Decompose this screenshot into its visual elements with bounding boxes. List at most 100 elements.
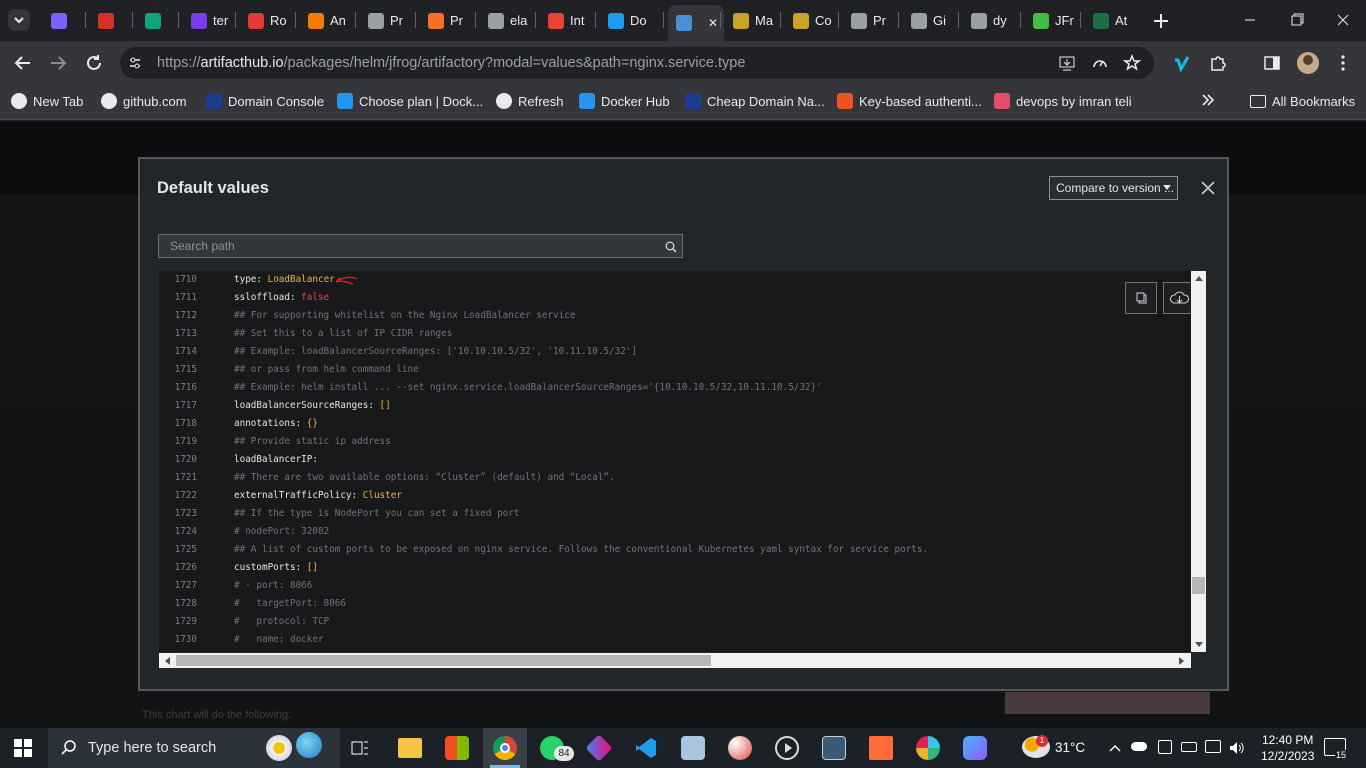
onedrive-icon[interactable] [1131, 742, 1147, 751]
minimize-button[interactable] [1240, 12, 1260, 28]
code-token: ## Example: loadBalancerSourceRanges: ['… [234, 346, 637, 357]
bookmark-item[interactable]: github.com [101, 91, 187, 111]
restore-button[interactable] [1287, 12, 1307, 28]
compare-version-dropdown[interactable]: Compare to version ... [1049, 176, 1178, 200]
url-text[interactable]: https://artifacthub.io/packages/helm/jfr… [157, 55, 745, 71]
bookmark-favicon-icon [837, 93, 853, 109]
browser-tab[interactable]: Ro [240, 6, 290, 35]
bookmark-item[interactable]: Docker Hub [579, 91, 670, 111]
tab-favicon-icon [248, 12, 264, 29]
tab-separator [295, 12, 296, 28]
tab-separator [898, 12, 899, 28]
bookmark-item[interactable]: Key-based authenti... [837, 91, 982, 111]
battery-icon[interactable] [1181, 742, 1197, 752]
start-button[interactable] [14, 739, 32, 757]
slack-icon[interactable] [916, 736, 940, 760]
browser-tab[interactable]: Co [785, 6, 835, 35]
tab-separator [132, 12, 133, 28]
code-token: ## Provide static ip address [234, 436, 391, 447]
browser-tab[interactable]: ter [183, 6, 233, 35]
photos-icon[interactable] [822, 736, 846, 760]
browser-tab[interactable]: Pr [360, 6, 410, 35]
performance-icon[interactable] [1091, 54, 1109, 72]
site-info-icon[interactable] [127, 55, 143, 71]
network-icon[interactable] [1205, 740, 1221, 753]
tab-search-button[interactable] [8, 9, 30, 31]
values-code-viewer[interactable]: 1710 type: LoadBalancer 1711 ssloffload: fa… [159, 271, 1191, 652]
bookmarks-bar [0, 85, 1366, 120]
browser-tab[interactable]: Pr [420, 6, 470, 35]
microsoft-store-icon[interactable] [445, 736, 469, 760]
postman-icon[interactable] [869, 736, 893, 760]
bookmark-item[interactable]: New Tab [11, 91, 83, 111]
browser-tab[interactable]: JFr [1025, 6, 1075, 35]
side-panel-icon[interactable] [1263, 54, 1281, 72]
file-explorer-icon[interactable] [398, 738, 422, 758]
bookmark-item[interactable]: Cheap Domain Na... [685, 91, 825, 111]
code-line: 1721 ## There are two available options: … [159, 469, 1191, 487]
copy-button[interactable] [1125, 282, 1157, 314]
search-path-input[interactable]: Search path [158, 234, 683, 258]
paint-icon[interactable] [728, 736, 752, 760]
horizontal-scroll-thumb[interactable] [176, 655, 711, 666]
copilot-icon[interactable] [963, 736, 987, 760]
browser-tab[interactable]: dy [963, 6, 1013, 35]
browser-tab[interactable]: ✕ [668, 5, 724, 41]
profile-avatar[interactable] [1297, 52, 1319, 74]
tab-favicon-icon [428, 12, 444, 29]
scroll-up-arrow-icon[interactable] [1195, 276, 1203, 281]
extensions-puzzle-icon[interactable] [1209, 54, 1227, 72]
bookmark-item[interactable]: devops by imran teli [994, 91, 1132, 111]
search-icon[interactable] [665, 240, 677, 258]
show-hidden-icons-chevron-icon[interactable] [1108, 741, 1122, 759]
more-bookmarks-icon[interactable] [1200, 92, 1216, 108]
media-player-icon[interactable] [775, 736, 799, 760]
back-button[interactable] [12, 52, 34, 74]
browser-tab[interactable]: Gi [903, 6, 953, 35]
system-clock[interactable]: 12:40 PM 12/2/2023 [1261, 732, 1314, 764]
bookmark-item[interactable]: Choose plan | Dock... [337, 91, 483, 111]
task-view-icon[interactable] [348, 736, 372, 760]
browser-tab[interactable]: ela [480, 6, 530, 35]
forward-button[interactable] [47, 52, 69, 74]
browser-tab[interactable]: Ma [725, 6, 775, 35]
volume-icon[interactable] [1228, 740, 1246, 761]
vertical-scrollbar[interactable] [1191, 271, 1206, 652]
code-token: ## Example: helm install ... --set nginx… [234, 382, 822, 393]
browser-tab[interactable]: Do [600, 6, 650, 35]
chrome-icon[interactable] [493, 736, 517, 760]
close-window-button[interactable] [1333, 12, 1353, 28]
browser-tab[interactable]: At [1085, 6, 1135, 35]
install-app-icon[interactable] [1058, 54, 1076, 72]
line-number: 1721 [174, 472, 197, 483]
monitor-app-icon[interactable] [681, 736, 705, 760]
code-line: 1713 ## Set this to a list of IP CIDR ran… [159, 325, 1191, 343]
code-line: 1724 # nodePort: 32082 [159, 523, 1191, 541]
browser-tab[interactable]: An [300, 6, 350, 35]
vertical-scroll-thumb[interactable] [1192, 577, 1205, 594]
bookmark-item[interactable]: Refresh [496, 91, 564, 111]
line-content: customPorts: [] [234, 559, 318, 577]
scroll-left-arrow-icon[interactable] [165, 657, 170, 665]
scroll-right-arrow-icon[interactable] [1179, 657, 1184, 665]
bookmark-item[interactable]: Domain Console [206, 91, 324, 111]
tab-close-icon[interactable]: ✕ [708, 16, 718, 30]
all-bookmarks-button[interactable]: All Bookmarks [1250, 91, 1355, 111]
reload-button[interactable] [83, 52, 105, 74]
browser-tab[interactable]: Pr [843, 6, 893, 35]
browser-tab[interactable]: Int [540, 6, 590, 35]
bookmark-favicon-icon [496, 93, 512, 109]
vscode-icon[interactable] [634, 736, 658, 760]
new-tab-button[interactable] [1148, 8, 1174, 34]
tab-separator [1020, 12, 1021, 28]
page-thumbnail [1005, 692, 1210, 714]
meet-now-icon[interactable] [1158, 740, 1172, 754]
bookmark-star-icon[interactable] [1122, 53, 1142, 72]
vimeo-extension-icon[interactable] [1172, 53, 1192, 73]
browser-tab[interactable] [137, 6, 187, 35]
chrome-menu-icon[interactable] [1337, 54, 1349, 72]
modal-close-button[interactable] [1198, 178, 1218, 198]
scroll-down-arrow-icon[interactable] [1195, 642, 1203, 647]
tab-separator [958, 12, 959, 28]
tab-separator [475, 12, 476, 28]
